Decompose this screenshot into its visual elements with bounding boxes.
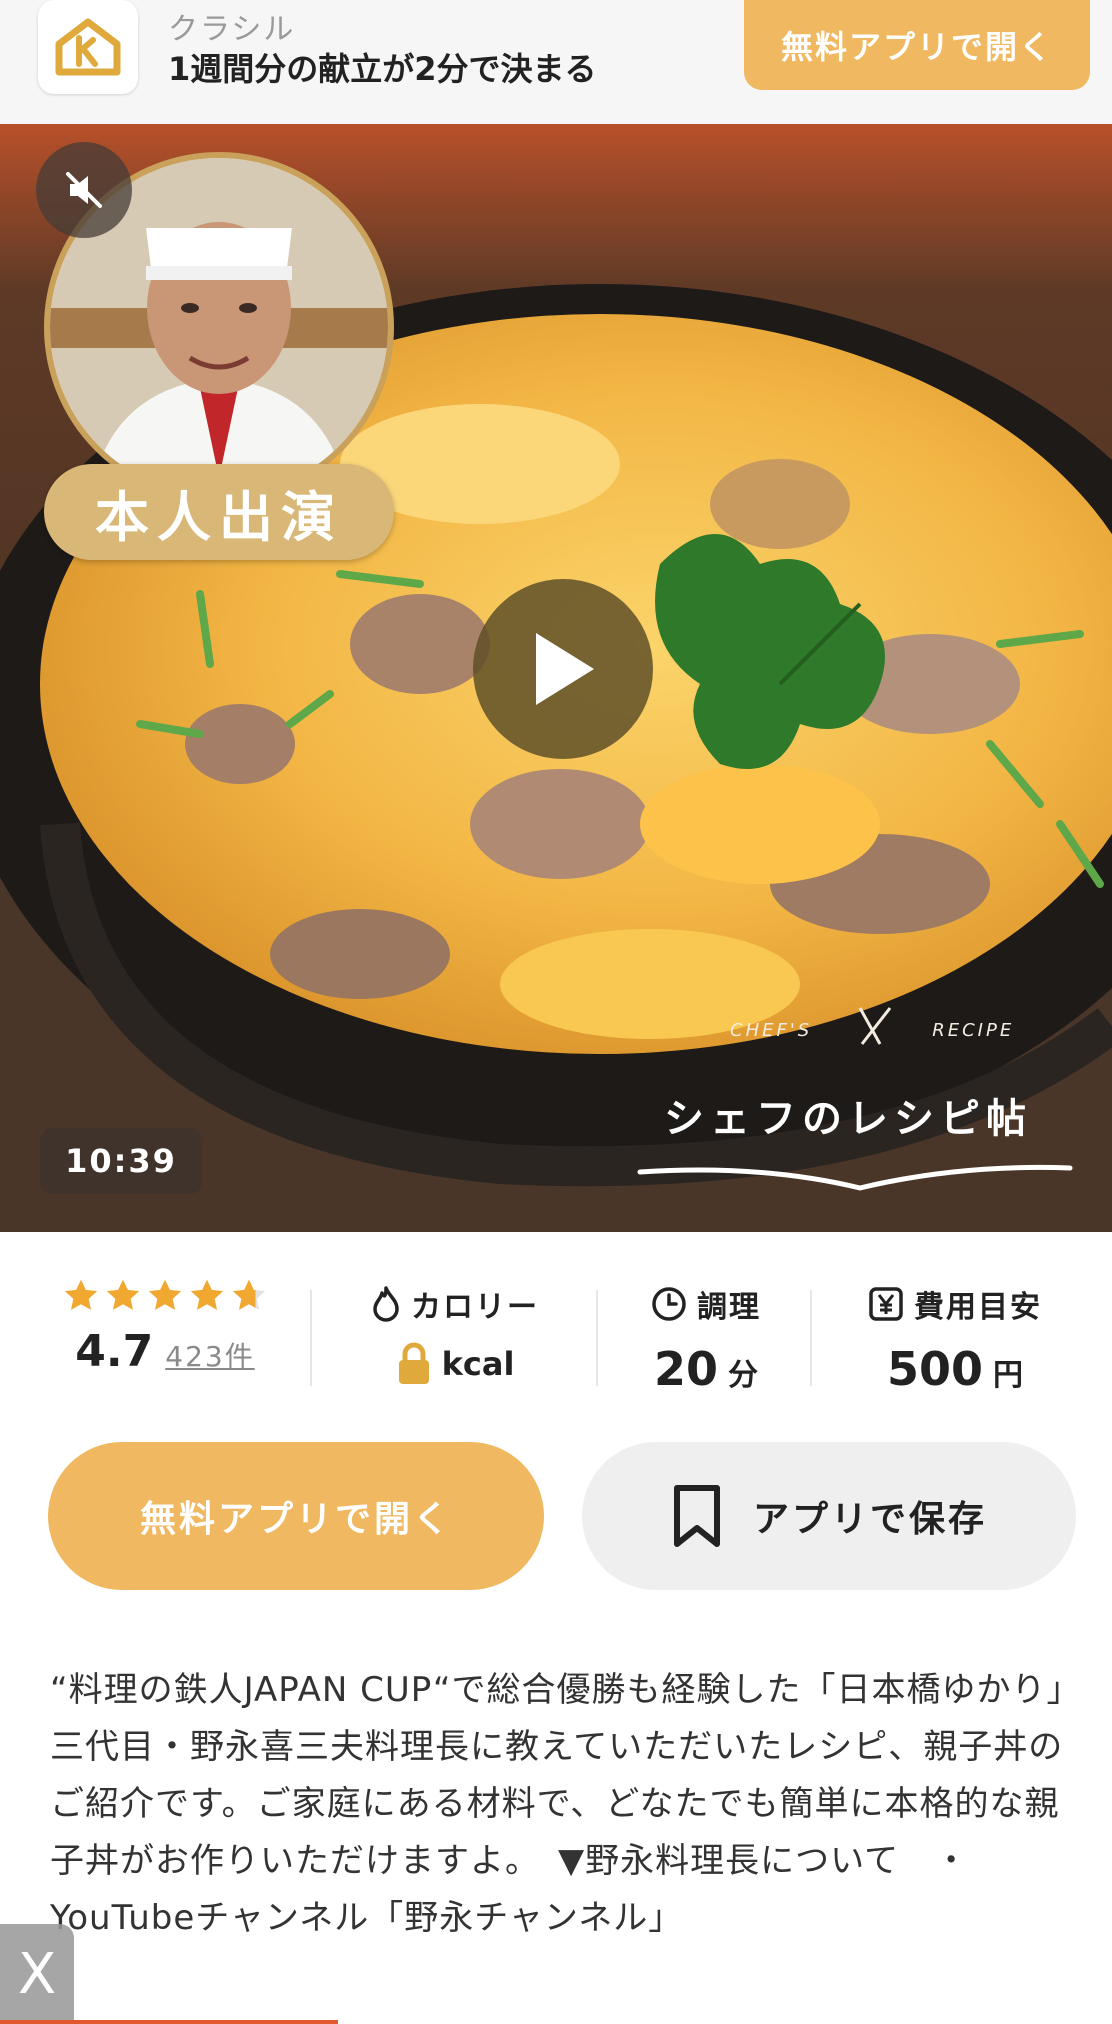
video-duration: 10:39 [40,1128,202,1194]
cost-stat: 費用目安 500 円 [830,1268,1080,1398]
flame-icon [373,1286,399,1322]
calorie-unit: kcal [441,1345,515,1383]
play-icon [536,633,594,705]
cost-value: 500 [886,1342,984,1396]
divider [310,1290,312,1386]
divider [596,1290,598,1386]
calorie-label: カロリー [411,1290,539,1325]
progress-bar [0,2020,338,2024]
bookmark-icon [673,1485,720,1547]
app-name: クラシル [168,12,296,47]
close-button[interactable]: X [0,1924,74,2024]
rating-stat: 4.7 423件 [40,1268,290,1398]
chefs-recipe-title: シェフのレシピ帖 [664,1096,1032,1142]
kurashiru-house-icon [55,18,121,76]
star-icon [64,1279,98,1310]
recipe-stats: 4.7 423件 カロリー kcal 調理 20 分 費用目安 500 円 [0,1268,1112,1398]
review-count-link[interactable]: 423件 [165,1335,254,1375]
app-install-banner: クラシル 1週間分の献立が2分で決まる 無料アプリで開く [0,0,1112,124]
divider [810,1290,812,1386]
chefs-recipe-watermark: CHEF'S RECIPE [730,1020,1014,1041]
half-star-icon [232,1279,266,1310]
play-button[interactable] [473,579,653,759]
app-logo[interactable] [38,0,138,94]
star-icon [148,1279,182,1310]
yen-icon [869,1287,903,1321]
cook-time-label: 調理 [697,1290,761,1325]
cook-time-stat: 調理 20 分 [606,1268,806,1398]
muted-speaker-icon [66,172,102,208]
rating-value: 4.7 [75,1326,154,1377]
self-appearance-badge: 本人出演 [44,464,394,560]
save-in-app-label: アプリで保存 [752,1499,987,1540]
cost-label: 費用目安 [914,1290,1042,1325]
open-app-button[interactable]: 無料アプリで開く [48,1442,544,1590]
watermark-chefs-text: CHEF'S [730,1020,813,1041]
recipe-video[interactable]: 本人出演 CHEF'S RECIPE シェフのレシピ帖 10:39 [0,124,1112,1232]
clock-icon [652,1287,686,1321]
cook-time-unit: 分 [728,1358,758,1393]
star-icon [190,1279,224,1310]
open-app-banner-button[interactable]: 無料アプリで開く [744,0,1090,90]
app-tagline: 1週間分の献立が2分で決まる [168,50,597,88]
save-in-app-button[interactable]: アプリで保存 [582,1442,1076,1590]
rating-stars [40,1278,290,1314]
star-icon [106,1279,140,1310]
calorie-stat: カロリー kcal [330,1268,580,1398]
cost-unit: 円 [993,1358,1024,1393]
cook-time-value: 20 [653,1342,718,1396]
lock-icon [398,1342,429,1384]
watermark-recipe-text: RECIPE [932,1020,1015,1041]
recipe-description: “料理の鉄人JAPAN CUP“で総合優勝も経験した「日本橋ゆかり」三代目・野永… [50,1670,1065,1938]
mute-button[interactable] [36,142,132,238]
